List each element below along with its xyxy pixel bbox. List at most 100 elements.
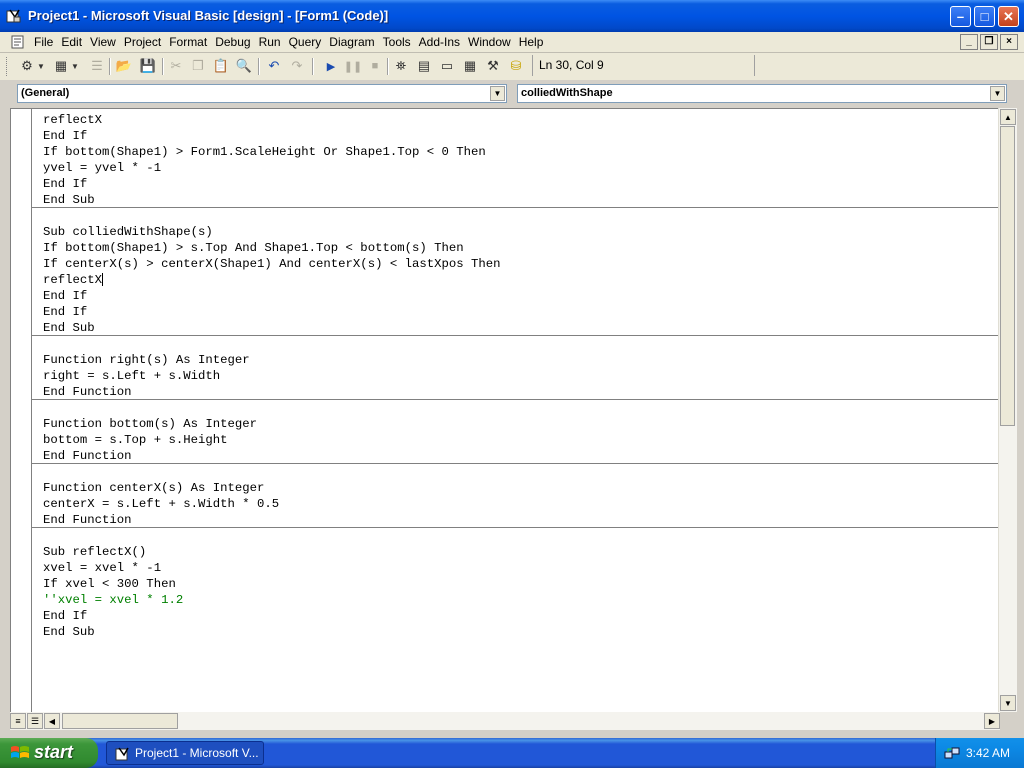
mdi-minimize-icon[interactable]: _	[960, 34, 978, 50]
add-project-dropdown-icon[interactable]: ▼	[36, 57, 46, 75]
start-button[interactable]: start	[0, 738, 98, 768]
code-line[interactable]: centerX = s.Left + s.Width * 0.5	[43, 496, 993, 512]
code-line[interactable]: End Function	[43, 384, 993, 400]
start-icon[interactable]: ▶	[322, 57, 340, 75]
code-line[interactable]: yvel = yvel * -1	[43, 160, 993, 176]
chevron-down-icon[interactable]: ▼	[990, 86, 1005, 101]
scroll-right-icon[interactable]: ▶	[984, 713, 1000, 729]
add-form-icon[interactable]: ▦	[52, 57, 70, 75]
code-line[interactable]: End If	[43, 288, 993, 304]
properties-window-icon[interactable]: ▤	[415, 57, 433, 75]
code-line[interactable]: End Sub	[43, 192, 993, 208]
code-line[interactable]: reflectX	[43, 112, 993, 128]
code-line[interactable]: xvel = xvel * -1	[43, 560, 993, 576]
chevron-down-icon[interactable]: ▼	[490, 86, 505, 101]
code-line[interactable]: Function centerX(s) As Integer	[43, 480, 993, 496]
object-combo[interactable]: (General) ▼	[17, 84, 507, 103]
code-line[interactable]: Function right(s) As Integer	[43, 352, 993, 368]
break-icon[interactable]: ❚❚	[344, 57, 362, 75]
menu-help[interactable]: Help	[515, 35, 548, 49]
procedure-combo[interactable]: colliedWithShape ▼	[517, 84, 1007, 103]
toolbox-icon[interactable]: ⚒	[484, 57, 502, 75]
redo-icon[interactable]: ↷	[288, 57, 306, 75]
full-module-view-icon[interactable]: ☰	[27, 713, 43, 729]
code-line[interactable]: End If	[43, 608, 993, 624]
code-editor[interactable]: reflectX End If If bottom(Shape1) > Form…	[10, 108, 999, 713]
minimize-icon[interactable]: –	[950, 6, 971, 27]
menu-add-ins[interactable]: Add-Ins	[415, 35, 464, 49]
code-line[interactable]	[43, 208, 993, 224]
code-line[interactable]: End If	[43, 128, 993, 144]
menu-run[interactable]: Run	[255, 35, 285, 49]
code-line[interactable]: If bottom(Shape1) > s.Top And Shape1.Top…	[43, 240, 993, 256]
code-line[interactable]: End Sub	[43, 624, 993, 640]
code-line[interactable]: right = s.Left + s.Width	[43, 368, 993, 384]
cut-icon[interactable]: ✂	[167, 57, 185, 75]
close-icon[interactable]: ✕	[998, 6, 1019, 27]
open-folder-icon[interactable]: 📂	[115, 57, 133, 75]
code-line[interactable]: bottom = s.Top + s.Height	[43, 432, 993, 448]
code-text[interactable]: reflectX End If If bottom(Shape1) > Form…	[43, 112, 993, 640]
network-icon[interactable]	[944, 745, 960, 761]
code-line[interactable]	[43, 336, 993, 352]
toolbar-grip[interactable]	[6, 57, 10, 76]
menu-query[interactable]: Query	[285, 35, 326, 49]
code-line[interactable]: End Function	[43, 512, 993, 528]
menu-edit[interactable]: Edit	[57, 35, 86, 49]
end-icon[interactable]: ■	[366, 57, 384, 75]
code-line[interactable]	[43, 528, 993, 544]
code-line[interactable]: If xvel < 300 Then	[43, 576, 993, 592]
code-line[interactable]: End If	[43, 304, 993, 320]
code-line[interactable]: If centerX(s) > centerX(Shape1) And cent…	[43, 256, 993, 272]
menu-diagram[interactable]: Diagram	[325, 35, 378, 49]
code-line[interactable]: End If	[43, 176, 993, 192]
undo-icon[interactable]: ↶	[265, 57, 283, 75]
code-line[interactable]: reflectX	[43, 272, 993, 288]
add-form-dropdown-icon[interactable]: ▼	[70, 57, 80, 75]
copy-icon[interactable]: ❐	[189, 57, 207, 75]
menu-editor-icon[interactable]: ☰	[88, 57, 106, 75]
menu-file[interactable]: File	[30, 35, 57, 49]
procedure-view-icon[interactable]: ≡	[10, 713, 26, 729]
object-browser-icon[interactable]: ▦	[461, 57, 479, 75]
code-line[interactable]: End Function	[43, 448, 993, 464]
code-line[interactable]: Function bottom(s) As Integer	[43, 416, 993, 432]
horizontal-scroll-thumb[interactable]	[62, 713, 178, 729]
menu-format[interactable]: Format	[165, 35, 211, 49]
menu-view[interactable]: View	[86, 35, 120, 49]
code-line[interactable]: End Sub	[43, 320, 993, 336]
code-line[interactable]: If bottom(Shape1) > Form1.ScaleHeight Or…	[43, 144, 993, 160]
code-line[interactable]: Sub reflectX()	[43, 544, 993, 560]
margin-indicator-bar[interactable]	[11, 109, 32, 713]
vb-app-icon[interactable]	[6, 8, 22, 24]
scroll-left-icon[interactable]: ◀	[44, 713, 60, 729]
paste-icon[interactable]: 📋	[212, 57, 230, 75]
scroll-down-icon[interactable]: ▼	[1000, 695, 1016, 711]
code-line[interactable]	[43, 400, 993, 416]
clock[interactable]: 3:42 AM	[966, 746, 1010, 760]
code-line[interactable]: Sub colliedWithShape(s)	[43, 224, 993, 240]
maximize-icon[interactable]: □	[974, 6, 995, 27]
menu-window[interactable]: Window	[464, 35, 515, 49]
code-line[interactable]	[43, 464, 993, 480]
data-view-icon[interactable]: ⛁	[507, 57, 525, 75]
save-icon[interactable]: 💾	[139, 57, 157, 75]
taskbar-button-vb[interactable]: Project1 - Microsoft V...	[106, 741, 264, 765]
add-project-icon[interactable]: ⚙	[18, 57, 36, 75]
menu-project[interactable]: Project	[120, 35, 165, 49]
scroll-up-icon[interactable]: ▲	[1000, 109, 1016, 125]
project-explorer-icon[interactable]: ⛯	[392, 57, 410, 75]
horizontal-scrollbar[interactable]: ≡ ☰ ◀ ▶	[10, 712, 1000, 730]
mdi-close-icon[interactable]: ×	[1000, 34, 1018, 50]
code-window-icon[interactable]	[10, 34, 26, 50]
vertical-scrollbar[interactable]: ▲ ▼	[998, 108, 1017, 712]
code-line[interactable]: ''xvel = xvel * 1.2	[43, 592, 993, 608]
find-icon[interactable]: 🔍	[235, 57, 253, 75]
mdi-restore-icon[interactable]: ❐	[980, 34, 998, 50]
menu-debug[interactable]: Debug	[211, 35, 254, 49]
vertical-scroll-thumb[interactable]	[1000, 126, 1015, 426]
menu-tools[interactable]: Tools	[379, 35, 415, 49]
form-layout-icon[interactable]: ▭	[438, 57, 456, 75]
title-bar[interactable]: Project1 - Microsoft Visual Basic [desig…	[0, 0, 1024, 32]
procedure-separator	[31, 335, 999, 336]
